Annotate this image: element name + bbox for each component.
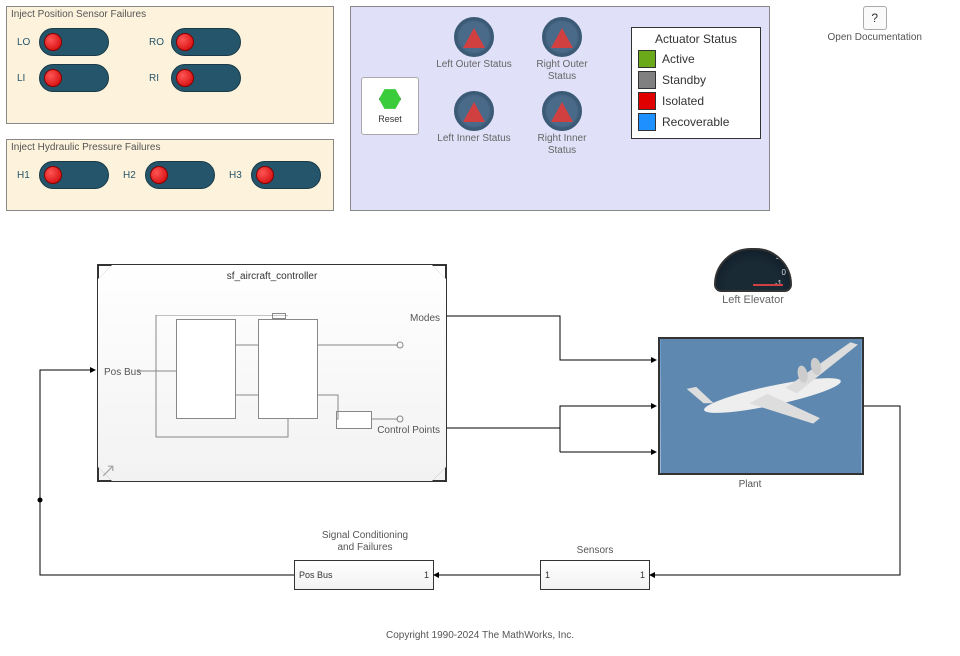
actuator-status-legend: Actuator Status Active Standby Isolated … [631, 27, 761, 139]
elevator-label: Left Elevator [722, 294, 784, 306]
toggle-switch-lo[interactable] [39, 28, 109, 56]
sensor-panel-title: Inject Position Sensor Failures [7, 7, 333, 22]
elevator-gauge-icon: 1 0 -1 [714, 248, 792, 292]
gauge-label: Right Inner Status [524, 133, 600, 157]
toggle-label: H1 [17, 170, 35, 181]
gauge-icon[interactable] [542, 17, 582, 57]
toggle-knob-icon [44, 166, 62, 184]
copyright-text: Copyright 1990-2024 The MathWorks, Inc. [386, 630, 574, 641]
sensors-port-right: 1 [640, 570, 645, 580]
gauge-right-outer: Right Outer Status [524, 17, 600, 83]
toggle-ri: RI [149, 64, 241, 92]
port-pos-bus: Pos Bus [104, 367, 141, 378]
toggle-h1: H1 [17, 161, 109, 189]
toggle-label: RO [149, 37, 167, 48]
legend-swatch-icon [638, 92, 656, 110]
sensors-block[interactable]: 1 1 [540, 560, 650, 590]
sensor-toggles: LO RO LI RI [7, 22, 333, 98]
toggle-label: RI [149, 73, 167, 84]
plant-label: Plant [739, 479, 762, 490]
toggle-h2: H2 [123, 161, 215, 189]
legend-swatch-icon [638, 113, 656, 131]
toggle-label: LO [17, 37, 35, 48]
help-label: Open Documentation [827, 32, 922, 44]
legend-label: Standby [662, 73, 706, 87]
toggle-knob-icon [44, 69, 62, 87]
toggle-switch-h2[interactable] [145, 161, 215, 189]
legend-item-active: Active [638, 50, 754, 68]
airplane-icon [660, 339, 862, 473]
gauge-label: Left Outer Status [436, 59, 512, 71]
reset-button[interactable]: Reset [361, 77, 419, 135]
hydraulic-panel-title: Inject Hydraulic Pressure Failures [7, 140, 333, 155]
sf-aircraft-controller-block[interactable]: sf_aircraft_controller Pos Bus Modes Con… [97, 264, 447, 482]
gauge-label: Right Outer Status [524, 59, 600, 83]
sc-port-right: 1 [424, 570, 429, 580]
gauge-right-inner: Right Inner Status [524, 91, 600, 157]
actuator-status-panel: Reset Left Outer Status Right Outer Stat… [350, 6, 770, 211]
legend-swatch-icon [638, 50, 656, 68]
gauge-label: Left Inner Status [437, 133, 510, 145]
controller-inner-diagram [138, 315, 406, 451]
toggle-ro: RO [149, 28, 241, 56]
legend-item-isolated: Isolated [638, 92, 754, 110]
help-icon: ? [863, 6, 887, 30]
port-modes: Modes [410, 313, 440, 324]
sensors-port-left: 1 [545, 570, 550, 580]
gauge-icon[interactable] [542, 91, 582, 131]
inject-position-sensor-panel: Inject Position Sensor Failures LO RO LI… [6, 6, 334, 124]
legend-item-standby: Standby [638, 71, 754, 89]
toggle-switch-h3[interactable] [251, 161, 321, 189]
reset-hex-icon [379, 88, 401, 110]
toggle-knob-icon [176, 33, 194, 51]
legend-item-recoverable: Recoverable [638, 113, 754, 131]
gauge-icon[interactable] [454, 17, 494, 57]
sc-block-label: Signal Conditioningand Failures [300, 530, 430, 554]
toggle-switch-h1[interactable] [39, 161, 109, 189]
toggle-switch-ri[interactable] [171, 64, 241, 92]
signal-conditioning-block[interactable]: Pos Bus 1 [294, 560, 434, 590]
toggle-switch-ro[interactable] [171, 28, 241, 56]
gauge-icon[interactable] [454, 91, 494, 131]
gauge-left-inner: Left Inner Status [436, 91, 512, 157]
inject-hydraulic-panel: Inject Hydraulic Pressure Failures H1 H2… [6, 139, 334, 211]
open-documentation[interactable]: ? Open Documentation [827, 6, 922, 44]
hydraulic-toggles: H1 H2 H3 [7, 155, 333, 195]
legend-label: Isolated [662, 94, 704, 108]
legend-label: Recoverable [662, 115, 729, 129]
reset-label: Reset [378, 114, 402, 124]
toggle-h3: H3 [229, 161, 321, 189]
toggle-label: H2 [123, 170, 141, 181]
toggle-label: H3 [229, 170, 247, 181]
toggle-label: LI [17, 73, 35, 84]
plant-block[interactable] [658, 337, 864, 475]
toggle-switch-li[interactable] [39, 64, 109, 92]
controller-title: sf_aircraft_controller [227, 271, 318, 282]
link-icon [102, 465, 114, 477]
gauge-left-outer: Left Outer Status [436, 17, 512, 83]
toggle-knob-icon [256, 166, 274, 184]
toggle-knob-icon [176, 69, 194, 87]
toggle-li: LI [17, 64, 109, 92]
toggle-knob-icon [150, 166, 168, 184]
legend-swatch-icon [638, 71, 656, 89]
status-gauges: Left Outer Status Right Outer Status Lef… [436, 17, 600, 157]
toggle-lo: LO [17, 28, 109, 56]
sc-port-left: Pos Bus [299, 570, 333, 580]
legend-label: Active [662, 52, 695, 66]
left-elevator-gauge[interactable]: 1 0 -1 Left Elevator [714, 248, 792, 306]
legend-title: Actuator Status [638, 32, 754, 46]
sensors-block-label: Sensors [565, 545, 625, 557]
toggle-knob-icon [44, 33, 62, 51]
